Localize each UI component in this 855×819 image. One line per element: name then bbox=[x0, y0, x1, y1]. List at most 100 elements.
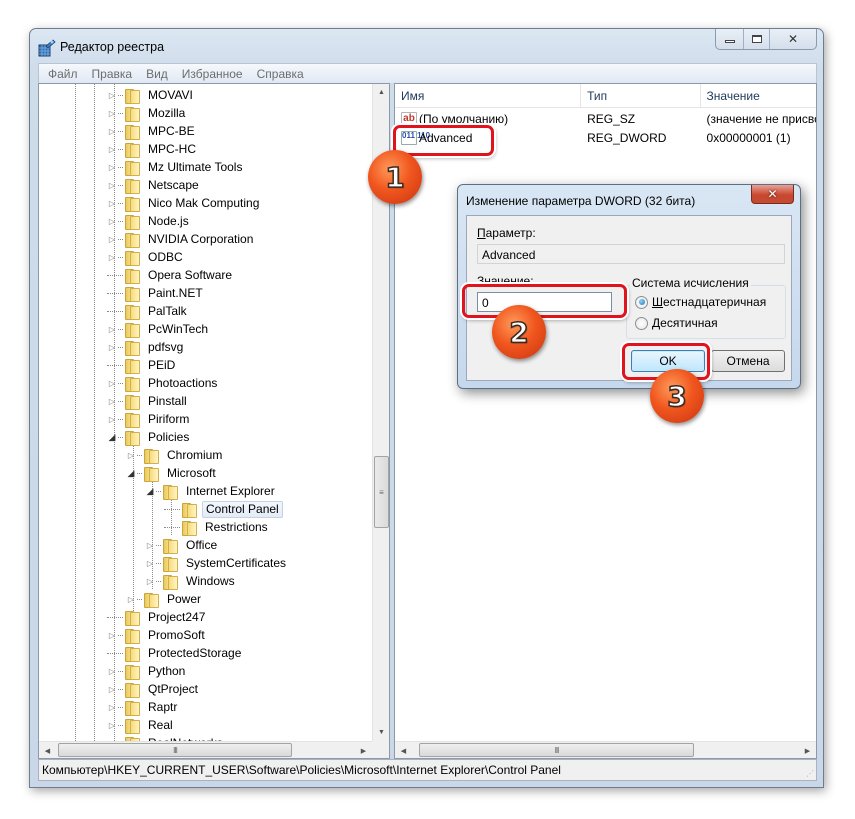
title-bar[interactable]: Редактор реестра ✕ bbox=[30, 29, 823, 63]
tree-item-label: Python bbox=[148, 664, 186, 678]
radio-button-icon[interactable] bbox=[635, 316, 648, 330]
radio-button-checked-icon[interactable] bbox=[635, 295, 648, 309]
tree-item[interactable]: ▷ Chromium bbox=[126, 446, 225, 464]
expand-arrow-icon[interactable]: ▷ bbox=[107, 216, 117, 226]
tree-item[interactable]: ▷ Nico Mak Computing bbox=[107, 194, 262, 212]
scroll-down-arrow-icon[interactable]: ▼ bbox=[373, 724, 390, 741]
expand-arrow-icon[interactable]: ▷ bbox=[126, 450, 136, 460]
tree-item[interactable]: PEiD bbox=[107, 356, 178, 374]
expand-arrow-icon[interactable]: ▷ bbox=[107, 90, 117, 100]
maximize-button[interactable] bbox=[744, 29, 770, 49]
tree-item[interactable]: ▷ MPC-BE bbox=[107, 122, 198, 140]
expand-arrow-icon[interactable]: ▷ bbox=[107, 180, 117, 190]
column-header-value[interactable]: Значение bbox=[701, 84, 816, 108]
expand-arrow-icon[interactable]: ▷ bbox=[107, 630, 117, 640]
tree-item[interactable]: ▷ Office bbox=[145, 536, 220, 554]
expand-arrow-icon[interactable]: ▷ bbox=[107, 126, 117, 136]
radio-decimal[interactable]: Десятичная bbox=[635, 316, 718, 330]
tree-item[interactable]: ▷RealNetworks bbox=[107, 734, 226, 741]
tree-item[interactable]: Control Panel bbox=[164, 500, 283, 518]
expand-arrow-icon[interactable]: ▷ bbox=[107, 702, 117, 712]
collapse-arrow-icon[interactable]: ◢ bbox=[107, 432, 117, 442]
tree-item[interactable]: ProtectedStorage bbox=[107, 644, 244, 662]
expand-arrow-icon[interactable]: ▷ bbox=[145, 558, 155, 568]
expand-arrow-icon[interactable]: ▷ bbox=[107, 234, 117, 244]
tree-item[interactable]: ▷ MOVAVI bbox=[107, 86, 196, 104]
resize-grip-icon[interactable]: ⋰ bbox=[806, 769, 814, 778]
menu-favorites[interactable]: Избранное bbox=[175, 67, 250, 81]
tree-item[interactable]: ▷ Mz Ultimate Tools bbox=[107, 158, 245, 176]
collapse-arrow-icon[interactable]: ◢ bbox=[126, 468, 136, 478]
tree-item[interactable]: ▷ Mozilla bbox=[107, 104, 188, 122]
collapse-arrow-icon[interactable]: ◢ bbox=[145, 486, 155, 496]
expand-arrow-icon[interactable]: ▷ bbox=[107, 414, 117, 424]
expand-arrow-icon[interactable]: ▷ bbox=[107, 342, 117, 352]
scroll-right-arrow-icon[interactable]: ▶ bbox=[799, 742, 816, 758]
tree-item[interactable]: ▷ QtProject bbox=[107, 680, 201, 698]
close-button[interactable]: ✕ bbox=[770, 29, 816, 49]
expand-arrow-icon[interactable]: ▷ bbox=[107, 198, 117, 208]
scroll-thumb[interactable]: III bbox=[58, 743, 292, 757]
menu-view[interactable]: Вид bbox=[139, 67, 175, 81]
tree-item[interactable]: ▷ Photoactions bbox=[107, 374, 220, 392]
column-header-name[interactable]: Имя bbox=[395, 84, 582, 108]
expand-arrow-icon[interactable]: ▷ bbox=[107, 378, 117, 388]
expand-arrow-icon[interactable]: ▷ bbox=[145, 540, 155, 550]
radio-hexadecimal[interactable]: Шестнадцатеричная bbox=[635, 295, 766, 309]
scroll-left-arrow-icon[interactable]: ◀ bbox=[395, 742, 412, 758]
tree-item[interactable]: PalTalk bbox=[107, 302, 190, 320]
expand-arrow-icon[interactable]: ▷ bbox=[107, 162, 117, 172]
tree-item[interactable]: ▷ pdfsvg bbox=[107, 338, 186, 356]
tree-item[interactable]: ▷ MPC-HC bbox=[107, 140, 199, 158]
annotation-highlight-advanced bbox=[393, 125, 494, 156]
tree-item[interactable]: ▷ Real bbox=[107, 716, 176, 734]
tree-item[interactable]: Opera Software bbox=[107, 266, 235, 284]
column-header-type[interactable]: Тип bbox=[581, 84, 701, 108]
tree-item[interactable]: ◢ Internet Explorer bbox=[145, 482, 278, 500]
close-icon: ✕ bbox=[767, 187, 778, 201]
tree-item[interactable]: ▷ Power bbox=[126, 590, 204, 608]
scroll-thumb[interactable]: III bbox=[419, 743, 694, 757]
expand-arrow-icon[interactable]: ▷ bbox=[126, 594, 136, 604]
tree-item[interactable]: ▷ PromoSoft bbox=[107, 626, 208, 644]
expand-arrow-icon[interactable]: ▷ bbox=[107, 324, 117, 334]
minimize-button[interactable] bbox=[716, 29, 744, 49]
expand-arrow-icon[interactable]: ▷ bbox=[107, 666, 117, 676]
scroll-thumb[interactable]: ≡ bbox=[374, 456, 389, 528]
expand-arrow-icon[interactable]: ▷ bbox=[145, 576, 155, 586]
tree-item[interactable]: ▷ Pinstall bbox=[107, 392, 190, 410]
tree-item[interactable]: ▷ Piriform bbox=[107, 410, 192, 428]
tree-item[interactable]: Restrictions bbox=[164, 518, 271, 536]
expand-arrow-icon[interactable]: ▷ bbox=[107, 720, 117, 730]
tree-item[interactable]: ▷ Windows bbox=[145, 572, 238, 590]
cancel-button[interactable]: Отмена bbox=[711, 350, 785, 372]
tree-item[interactable]: ▷ Netscape bbox=[107, 176, 202, 194]
scroll-right-arrow-icon[interactable]: ▶ bbox=[355, 742, 372, 759]
tree-item[interactable]: ▷ ODBC bbox=[107, 248, 186, 266]
scroll-up-arrow-icon[interactable]: ▲ bbox=[373, 84, 390, 101]
expand-arrow-icon[interactable]: ▷ bbox=[107, 396, 117, 406]
tree-item[interactable]: ▷ Raptr bbox=[107, 698, 180, 716]
expand-arrow-icon[interactable]: ▷ bbox=[107, 144, 117, 154]
tree-item[interactable]: ▷ Node.js bbox=[107, 212, 192, 230]
scroll-left-arrow-icon[interactable]: ◀ bbox=[39, 742, 56, 759]
tree-item[interactable]: Paint.NET bbox=[107, 284, 206, 302]
tree-item[interactable]: ◢ Microsoft bbox=[126, 464, 219, 482]
expand-arrow-icon[interactable]: ▷ bbox=[107, 252, 117, 262]
tree-item[interactable]: Project247 bbox=[107, 608, 208, 626]
tree-connector bbox=[118, 94, 123, 96]
dialog-close-button[interactable]: ✕ bbox=[751, 185, 794, 204]
tree-item[interactable]: ▷ SystemCertificates bbox=[145, 554, 289, 572]
expand-arrow-icon[interactable]: ▷ bbox=[107, 684, 117, 694]
expand-arrow-icon[interactable]: ▷ bbox=[107, 108, 117, 118]
tree-item[interactable]: ◢ Policies bbox=[107, 428, 192, 446]
menu-help[interactable]: Справка bbox=[250, 67, 311, 81]
tree-item[interactable]: ▷ PcWinTech bbox=[107, 320, 211, 338]
menu-file[interactable]: Файл bbox=[41, 67, 85, 81]
menu-edit[interactable]: Правка bbox=[85, 67, 140, 81]
tree-item[interactable]: ▷ NVIDIA Corporation bbox=[107, 230, 256, 248]
tree-connector bbox=[118, 328, 123, 330]
tree-item[interactable]: ▷ Python bbox=[107, 662, 188, 680]
values-horizontal-scrollbar[interactable]: ◀ III ▶ bbox=[395, 741, 816, 758]
tree-horizontal-scrollbar[interactable]: ◀ III ▶ bbox=[39, 741, 372, 758]
